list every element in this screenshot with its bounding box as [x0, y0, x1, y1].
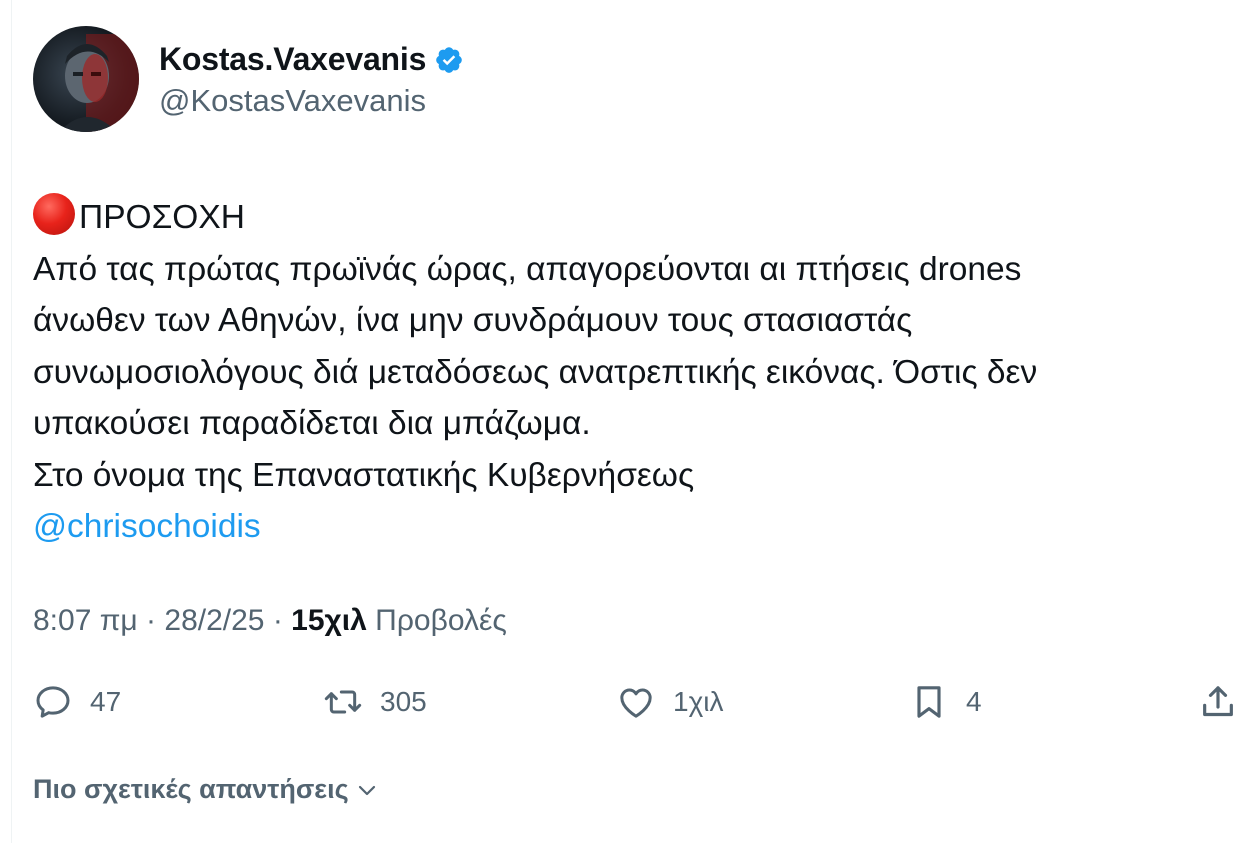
reply-icon [36, 686, 70, 718]
repost-button[interactable]: 305 [323, 678, 427, 726]
left-divider [11, 0, 12, 843]
mention-link[interactable]: @chrisochoidis [33, 501, 1213, 553]
views-label: Προβολές [366, 604, 507, 637]
relevant-replies-label: Πιο σχετικές απαντήσεις [33, 774, 349, 804]
verified-badge-icon[interactable] [434, 45, 464, 75]
tweet-line-2: Από τας πρώτας πρωϊνάς ώρας, απαγορεύοντ… [33, 250, 1022, 288]
tweet-line-4: συνωμοσιολόγους διά μεταδόσεως ανατρεπτι… [33, 353, 1038, 391]
avatar[interactable] [33, 26, 139, 132]
author-handle[interactable]: @KostasVaxevanis [159, 83, 464, 119]
heart-icon [620, 688, 652, 718]
bookmark-count: 4 [966, 686, 982, 717]
reply-button[interactable]: 47 [33, 678, 121, 726]
like-button[interactable]: 1χιλ [616, 678, 724, 726]
tweet-line-6: Στο όνομα της Επαναστατικής Κυβερνήσεως [33, 456, 695, 494]
tweet-header: Kostas.Vaxevanis @KostasVaxevanis [33, 26, 464, 132]
chevron-down-icon [358, 785, 375, 795]
meta-separator: · [137, 604, 165, 637]
repost-count: 305 [380, 686, 427, 717]
share-button[interactable] [1198, 678, 1238, 726]
bookmark-icon [917, 686, 941, 718]
tweet-meta: 8:07 πμ · 28/2/25 · 15χιλ Προβολές [33, 604, 507, 638]
views-count: 15χιλ [291, 604, 367, 637]
bookmark-button[interactable]: 4 [909, 678, 982, 726]
action-bar: 47 305 1χιλ 4 [33, 678, 1242, 726]
share-icon [1203, 686, 1233, 717]
tweet-date[interactable]: 28/2/25 [164, 604, 264, 637]
like-count: 1χιλ [673, 686, 724, 717]
tweet-text: ΠΡΟΣΟΧΗ Από τας πρώτας πρωϊνάς ώρας, απα… [33, 192, 1213, 553]
repost-icon [324, 690, 362, 714]
author-names: Kostas.Vaxevanis @KostasVaxevanis [159, 40, 464, 119]
relevant-replies-dropdown[interactable]: Πιο σχετικές απαντήσεις [33, 774, 379, 805]
reply-count: 47 [90, 686, 122, 717]
author-display-name[interactable]: Kostas.Vaxevanis [159, 41, 426, 78]
meta-separator: · [264, 604, 292, 637]
tweet-time[interactable]: 8:07 πμ [33, 604, 138, 637]
tweet-line-1: ΠΡΟΣΟΧΗ [33, 192, 1213, 244]
red-circle-icon [33, 193, 75, 235]
avatar-portrait [59, 34, 139, 132]
tweet-line-3: άνωθεν των Αθηνών, ίνα μην συνδράμουν το… [33, 302, 913, 339]
tweet-line-5: υπακούσει παραδίδεται δια μπάζωμα. [33, 405, 591, 442]
